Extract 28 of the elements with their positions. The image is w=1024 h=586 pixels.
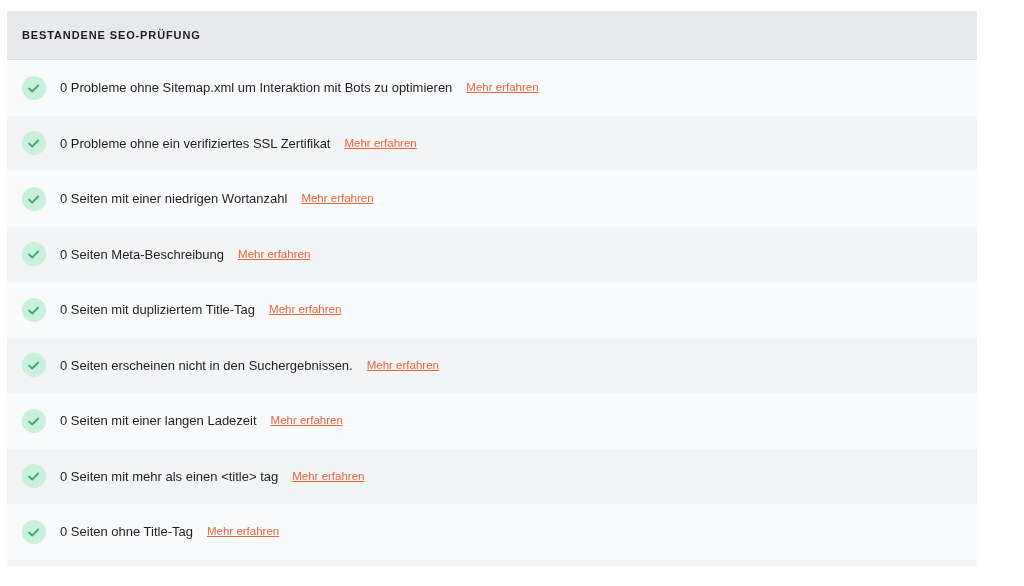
learn-more-link[interactable]: Mehr erfahren (466, 79, 539, 97)
learn-more-link[interactable]: Mehr erfahren (301, 190, 374, 208)
learn-more-link[interactable]: Mehr erfahren (207, 523, 280, 541)
check-result-text: 0 Probleme ohne ein verifiziertes SSL Zertifikat (60, 134, 331, 153)
check-icon (22, 519, 46, 544)
check-icon (22, 186, 46, 211)
check-icon (22, 353, 46, 378)
check-result-text: 0 Seiten mit einer niedrigen Wortanzahl (60, 190, 288, 208)
check-icon (22, 131, 46, 156)
check-icon (22, 242, 46, 267)
check-result-text: 0 Seiten ohne Title-Tag (60, 523, 193, 541)
check-result-text: 0 Seiten Meta-Beschreibung (60, 245, 225, 264)
check-icon (22, 464, 46, 489)
check-icon (22, 408, 46, 433)
learn-more-link[interactable]: Mehr erfahren (292, 467, 365, 485)
learn-more-link[interactable]: Mehr erfahren (270, 412, 343, 430)
learn-more-link[interactable]: Mehr erfahren (269, 301, 342, 319)
section-title: BESTANDENE SEO-PRÜFUNG (22, 27, 201, 43)
check-result-text: 0 Seiten erscheinen nicht in den Suchergebnissen. (60, 356, 353, 375)
check-result-text: 0 Probleme ohne Sitemap.xml um Interaktion mit Bots zu optimieren (60, 79, 453, 97)
learn-more-link[interactable]: Mehr erfahren (238, 245, 311, 263)
check-result-text: 0 Seiten mit dupliziertem Title-Tag (60, 301, 256, 319)
check-result-text: 0 Seiten mit mehr als einen <title> tag (60, 467, 279, 486)
check-result-text: 0 Seiten mit einer langen Ladezeit (60, 412, 257, 430)
learn-more-link[interactable]: Mehr erfahren (344, 134, 417, 152)
check-icon (22, 297, 46, 322)
learn-more-link[interactable]: Mehr erfahren (366, 356, 439, 374)
check-icon (22, 75, 46, 100)
